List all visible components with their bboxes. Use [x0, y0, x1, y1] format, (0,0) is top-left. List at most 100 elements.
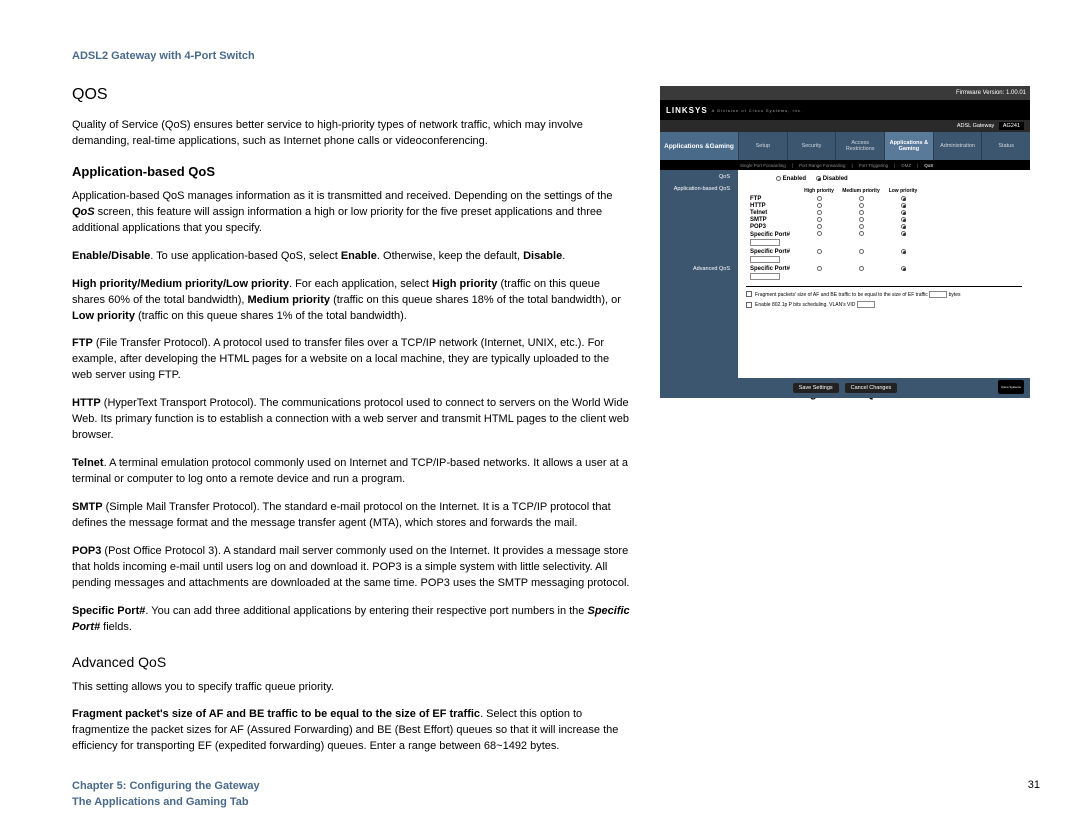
term: Fragment packet's size of AF and BE traf… — [72, 708, 480, 720]
table-row: Telnet — [750, 210, 1022, 216]
model-number: AG241 — [999, 122, 1024, 130]
cancel-button[interactable]: Cancel Changes — [845, 383, 898, 393]
main-text-column: QOS Quality of Service (QoS) ensures bet… — [72, 86, 632, 767]
enable-row: Enabled Disabled — [776, 176, 1022, 182]
table-row: Specific Port# — [750, 266, 1022, 272]
port-input[interactable] — [750, 256, 780, 263]
radio[interactable] — [901, 203, 906, 208]
tab-access-restrictions[interactable]: Access Restrictions — [835, 132, 884, 160]
radio[interactable] — [859, 231, 864, 236]
intro-paragraph: Quality of Service (QoS) ensures better … — [72, 118, 632, 150]
page-footer: Chapter 5: Configuring the Gateway The A… — [72, 779, 1040, 810]
term: High priority/Medium priority/Low priori… — [72, 278, 289, 290]
table-row: Specific Port# — [750, 231, 1022, 237]
radio[interactable] — [859, 224, 864, 229]
subtab-port-triggering[interactable]: Port Triggering — [859, 163, 889, 168]
pop3-paragraph: POP3 (Post Office Protocol 3). A standar… — [72, 544, 632, 592]
radio[interactable] — [859, 266, 864, 271]
checkbox-fragment[interactable] — [746, 291, 752, 297]
opt-text: Enable 802.1p P bits scheduling. VLAN's … — [755, 302, 857, 308]
text-span: (traffic on this queue shares 1% of the … — [135, 310, 407, 322]
term: SMTP — [72, 501, 103, 513]
tab-status[interactable]: Status — [981, 132, 1030, 160]
term: Enable/Disable — [72, 250, 150, 262]
radio[interactable] — [859, 196, 864, 201]
model-label: ADSL Gateway — [957, 123, 994, 129]
radio-disabled[interactable] — [816, 176, 821, 181]
tab-administration[interactable]: Administration — [933, 132, 982, 160]
radio[interactable] — [817, 196, 822, 201]
page-title: QOS — [72, 86, 632, 104]
tab-applications-gaming[interactable]: Applications & Gaming — [884, 132, 933, 160]
radio[interactable] — [817, 249, 822, 254]
model-bar: ADSL Gateway AG241 — [660, 120, 1030, 132]
vid-input[interactable] — [857, 301, 875, 308]
col-med: Medium priority — [840, 188, 882, 194]
table-row — [750, 256, 1022, 265]
radio[interactable] — [859, 217, 864, 222]
text-span: (traffic on this queue shares 18% of the… — [330, 294, 621, 306]
tab-security[interactable]: Security — [787, 132, 836, 160]
save-button[interactable]: Save Settings — [793, 383, 839, 393]
subtab-dmz[interactable]: DMZ — [901, 163, 911, 168]
port-input[interactable] — [750, 239, 780, 246]
radio[interactable] — [817, 203, 822, 208]
text-span: . — [562, 250, 565, 262]
section-advanced-qos-heading: Advanced QoS — [72, 654, 632, 670]
qos-term: QoS — [72, 206, 95, 218]
radio[interactable] — [901, 210, 906, 215]
sub-tabs: Single Port Forwarding | Port Range Forw… — [660, 160, 1030, 170]
subtab-qos[interactable]: QoS — [924, 163, 933, 168]
opt-text: Fragment packets' size of AF and BE traf… — [755, 292, 929, 298]
text-span: Application-based QoS manages informatio… — [72, 190, 613, 202]
text-span: (Post Office Protocol 3). A standard mai… — [72, 545, 629, 589]
radio[interactable] — [901, 231, 906, 236]
figure-column: Firmware Version: 1.00.01 LINKSYS A Divi… — [660, 86, 1030, 767]
radio[interactable] — [859, 203, 864, 208]
tab-setup[interactable]: Setup — [738, 132, 787, 160]
radio[interactable] — [817, 217, 822, 222]
table-row — [750, 239, 1022, 248]
radio[interactable] — [859, 249, 864, 254]
figure-qos-screenshot: Firmware Version: 1.00.01 LINKSYS A Divi… — [660, 86, 1030, 378]
col-high: High priority — [798, 188, 840, 194]
page-number: 31 — [1028, 779, 1040, 810]
subtab-single-port[interactable]: Single Port Forwarding — [740, 163, 786, 168]
term: Medium priority — [248, 294, 331, 306]
col-low: Low priority — [882, 188, 924, 194]
footer-tab: The Applications and Gaming Tab — [72, 795, 260, 810]
text-span: . To use application-based QoS, select — [150, 250, 341, 262]
term: FTP — [72, 337, 93, 349]
bytes-input[interactable] — [929, 291, 947, 298]
side-app-qos: Application-based QoS — [664, 186, 734, 192]
table-row: SMTP — [750, 217, 1022, 223]
radio[interactable] — [901, 266, 906, 271]
subtab-port-range[interactable]: Port Range Forwarding — [799, 163, 846, 168]
radio[interactable] — [901, 249, 906, 254]
qos-table: High priority Medium priority Low priori… — [750, 188, 1022, 282]
priority-paragraph: High priority/Medium priority/Low priori… — [72, 277, 632, 325]
radio[interactable] — [859, 210, 864, 215]
smtp-paragraph: SMTP (Simple Mail Transfer Protocol). Th… — [72, 500, 632, 532]
radio[interactable] — [817, 266, 822, 271]
section-app-qos-heading: Application-based QoS — [72, 164, 632, 179]
text-span: (Simple Mail Transfer Protocol). The sta… — [72, 501, 611, 529]
radio[interactable] — [901, 217, 906, 222]
term: Specific Port# — [72, 605, 145, 617]
fig-content: Enabled Disabled High priority Medium pr… — [738, 170, 1030, 378]
radio[interactable] — [817, 231, 822, 236]
checkbox-8021p[interactable] — [746, 302, 752, 308]
term: Low priority — [72, 310, 135, 322]
radio-enabled[interactable] — [776, 176, 781, 181]
radio[interactable] — [817, 224, 822, 229]
firmware-label: Firmware Version: 1.00.01 — [956, 90, 1026, 96]
radio[interactable] — [901, 224, 906, 229]
table-row: FTP — [750, 196, 1022, 202]
term: Enable — [341, 250, 377, 262]
port-input[interactable] — [750, 273, 780, 280]
advanced-intro: This setting allows you to specify traff… — [72, 680, 632, 696]
radio[interactable] — [817, 210, 822, 215]
ftp-paragraph: FTP (File Transfer Protocol). A protocol… — [72, 336, 632, 384]
radio[interactable] — [901, 196, 906, 201]
footer-chapter: Chapter 5: Configuring the Gateway — [72, 779, 260, 794]
